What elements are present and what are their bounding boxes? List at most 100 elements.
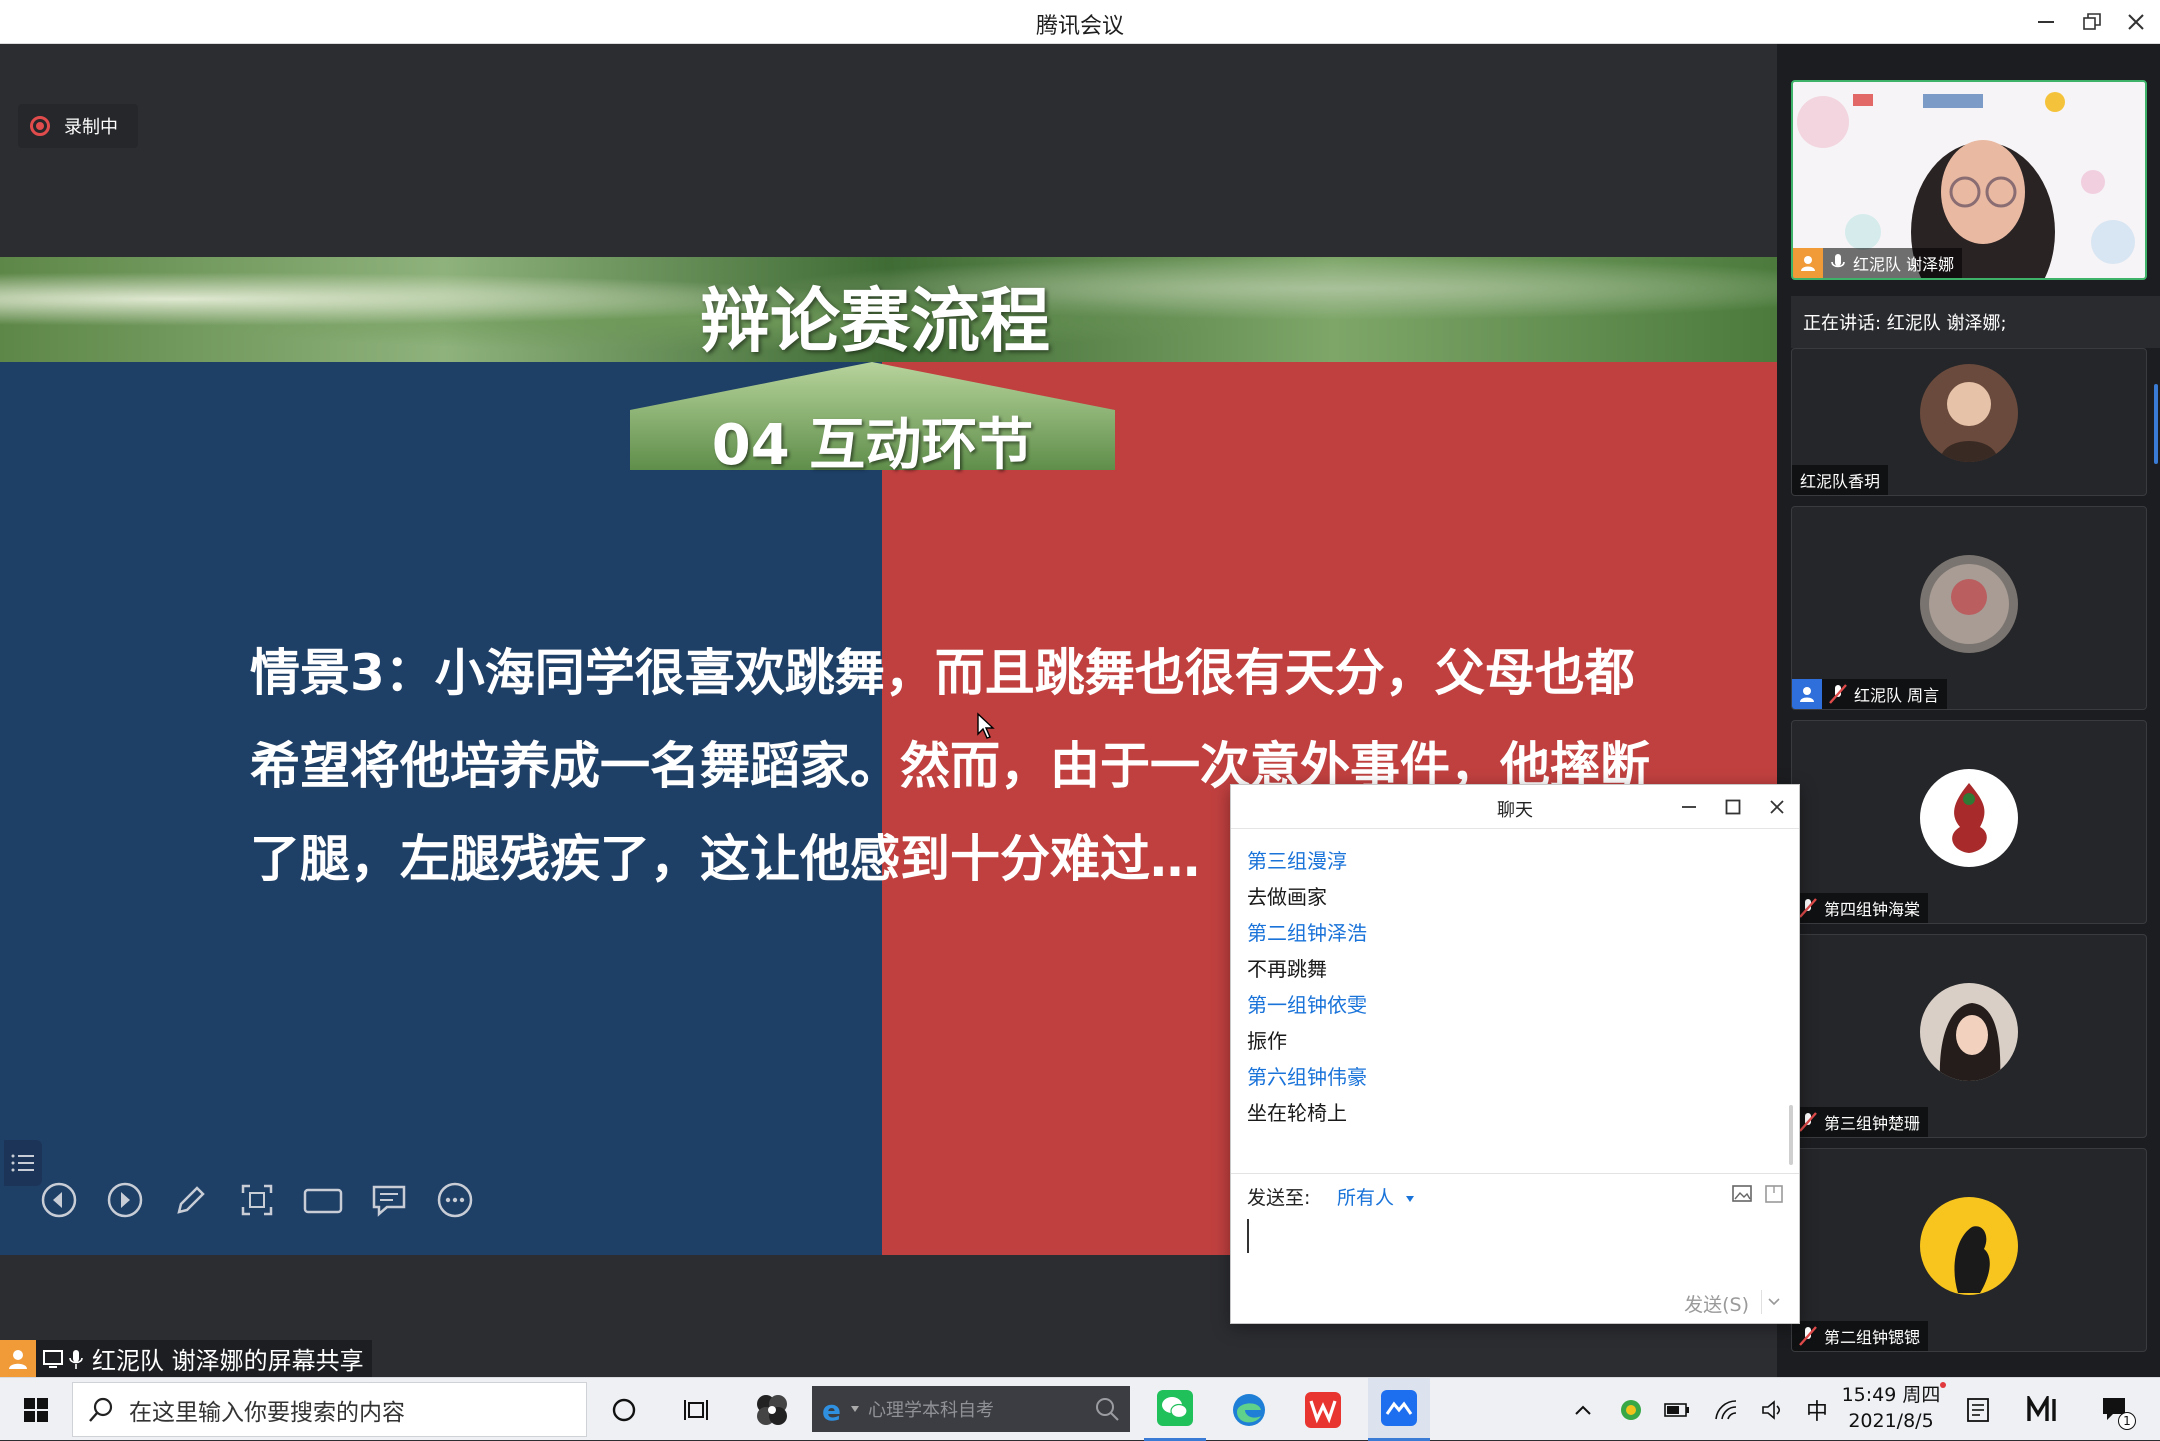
participant-name-tag: 红泥队香玥	[1792, 465, 1889, 495]
chat-minimize-button[interactable]	[1673, 791, 1705, 823]
action-center-button[interactable]: 1	[2090, 1378, 2140, 1441]
task-view-button[interactable]	[672, 1378, 720, 1441]
minimize-button[interactable]	[2026, 6, 2066, 38]
taskbar-clock[interactable]: 15:49 周四 2021/8/5	[1836, 1382, 1946, 1434]
wifi-icon	[1715, 1399, 1737, 1419]
cortana-button[interactable]	[600, 1378, 648, 1441]
text-caret	[1247, 1219, 1249, 1253]
pen-icon	[177, 1186, 205, 1214]
start-button[interactable]	[8, 1378, 64, 1441]
microphone-icon	[69, 1349, 83, 1369]
record-icon	[30, 116, 50, 136]
chat-message: 振作	[1247, 1029, 1287, 1053]
input-method-indicator[interactable]: 中	[1800, 1378, 1834, 1441]
chevron-up-icon	[1575, 1405, 1591, 1415]
image-icon	[1732, 1185, 1752, 1202]
panel-scrollbar[interactable]	[2154, 384, 2158, 464]
speaking-label: 正在讲话: 红泥队 谢泽娜;	[1803, 313, 2007, 334]
speaking-indicator: 正在讲话: 红泥队 谢泽娜;	[1791, 296, 2160, 348]
chat-message: 去做画家	[1247, 885, 1327, 909]
recipient-value: 所有人	[1337, 1187, 1395, 1209]
minimize-icon	[1682, 806, 1696, 808]
notes-icon	[1967, 1397, 1989, 1422]
participant-name-tag: 红泥队 周言	[1792, 679, 1948, 709]
recording-label: 录制中	[64, 117, 118, 138]
wechat-icon	[1157, 1390, 1193, 1426]
taskbar: 在这里输入你要搜索的内容 e 心理学本科自考 中 15:49 周四 2021/8…	[0, 1377, 2160, 1441]
next-slide-button[interactable]	[102, 1177, 148, 1223]
taskbar-search[interactable]: 在这里输入你要搜索的内容	[72, 1382, 587, 1437]
participant-avatar	[1920, 982, 2018, 1081]
chat-message: 不再跳舞	[1247, 957, 1327, 981]
window-title: 腾讯会议	[1035, 14, 1124, 39]
microphone-muted-icon	[1799, 1326, 1817, 1346]
edge-app[interactable]	[1218, 1378, 1280, 1441]
address-bar[interactable]: e 心理学本科自考	[812, 1386, 1130, 1432]
more-button[interactable]	[432, 1177, 478, 1223]
screenshot-button[interactable]	[234, 1177, 280, 1223]
image-button[interactable]	[1731, 1183, 1753, 1209]
notification-count: 1	[2118, 1412, 2136, 1430]
previous-icon	[41, 1182, 77, 1218]
volume-indicator[interactable]	[1756, 1378, 1790, 1441]
chevron-down-icon	[1406, 1196, 1415, 1202]
chat-sender: 第二组钟泽浩	[1247, 921, 1367, 945]
chat-scrollbar[interactable]	[1789, 1105, 1793, 1165]
video-button[interactable]	[300, 1177, 346, 1223]
participant-tile[interactable]: 第二组钟锶锶	[1791, 1148, 2147, 1352]
comment-button[interactable]	[366, 1177, 412, 1223]
wechat-app[interactable]	[1144, 1378, 1206, 1441]
tray-app[interactable]	[1614, 1378, 1648, 1441]
chat-maximize-button[interactable]	[1717, 791, 1749, 823]
svg-text:e: e	[822, 1394, 841, 1424]
send-options-button[interactable]	[1761, 1290, 1785, 1314]
recording-indicator[interactable]: 录制中	[18, 104, 138, 148]
participant-tile[interactable]: 第四组钟海棠	[1791, 720, 2147, 924]
screenshot-button[interactable]	[1763, 1183, 1785, 1209]
tencent-meeting-app[interactable]	[1368, 1378, 1430, 1441]
m-app[interactable]	[2020, 1378, 2068, 1441]
pinwheel-app-icon	[757, 1394, 787, 1425]
previous-slide-button[interactable]	[36, 1177, 82, 1223]
participant-name: 红泥队香玥	[1800, 472, 1881, 491]
close-icon	[1770, 800, 1784, 814]
microphone-muted-icon	[1829, 684, 1847, 704]
participant-name-tag: 第四组钟海棠	[1792, 893, 1929, 923]
participant-tile-active-speaker[interactable]: 红泥队 谢泽娜	[1791, 80, 2147, 280]
send-button[interactable]: 发送(S)	[1684, 1290, 1749, 1317]
chat-input[interactable]	[1243, 1217, 1783, 1277]
screenshot-icon	[241, 1184, 273, 1216]
section-tag: 04 互动环节	[630, 362, 1115, 478]
participant-tile[interactable]: 红泥队香玥	[1791, 348, 2147, 496]
chat-divider	[1231, 1173, 1799, 1174]
battery-indicator[interactable]	[1660, 1378, 1694, 1441]
user-avatar-icon	[0, 1340, 36, 1377]
restore-button[interactable]	[2072, 6, 2112, 38]
notes-app[interactable]	[1958, 1378, 1998, 1441]
participant-name: 第二组钟锶锶	[1824, 1328, 1921, 1347]
clock-date: 2021/8/5	[1848, 1410, 1934, 1432]
screen-share-icon	[43, 1349, 63, 1368]
chat-message-list[interactable]: 第三组漫淳 去做画家 第二组钟泽浩 不再跳舞 第一组钟依雯 振作 第六组钟伟豪 …	[1247, 829, 1767, 1169]
network-indicator[interactable]	[1710, 1378, 1744, 1441]
app-pinwheel[interactable]	[744, 1378, 800, 1441]
chat-header: 聊天	[1231, 785, 1799, 829]
close-button[interactable]	[2116, 6, 2156, 38]
task-view-icon	[684, 1399, 708, 1420]
chat-title: 聊天	[1497, 800, 1533, 821]
participant-name: 第三组钟楚珊	[1824, 1114, 1921, 1133]
notification-dot	[1940, 1382, 1946, 1388]
show-hidden-icons-button[interactable]	[1566, 1378, 1600, 1441]
chat-close-button[interactable]	[1761, 791, 1793, 823]
participant-tile[interactable]: 红泥队 周言	[1791, 506, 2147, 710]
send-to-label: 发送至:	[1247, 1187, 1311, 1209]
recipient-dropdown[interactable]: 所有人	[1337, 1183, 1416, 1210]
participant-tile[interactable]: 第三组钟楚珊	[1791, 934, 2147, 1138]
slide-toolbar	[36, 1177, 478, 1223]
wps-app[interactable]	[1292, 1378, 1354, 1441]
pen-button[interactable]	[168, 1177, 214, 1223]
restore-icon	[2083, 13, 2101, 30]
user-avatar-icon	[1792, 679, 1822, 709]
slide-list-button[interactable]	[4, 1140, 42, 1186]
participant-name: 第四组钟海棠	[1824, 900, 1921, 919]
